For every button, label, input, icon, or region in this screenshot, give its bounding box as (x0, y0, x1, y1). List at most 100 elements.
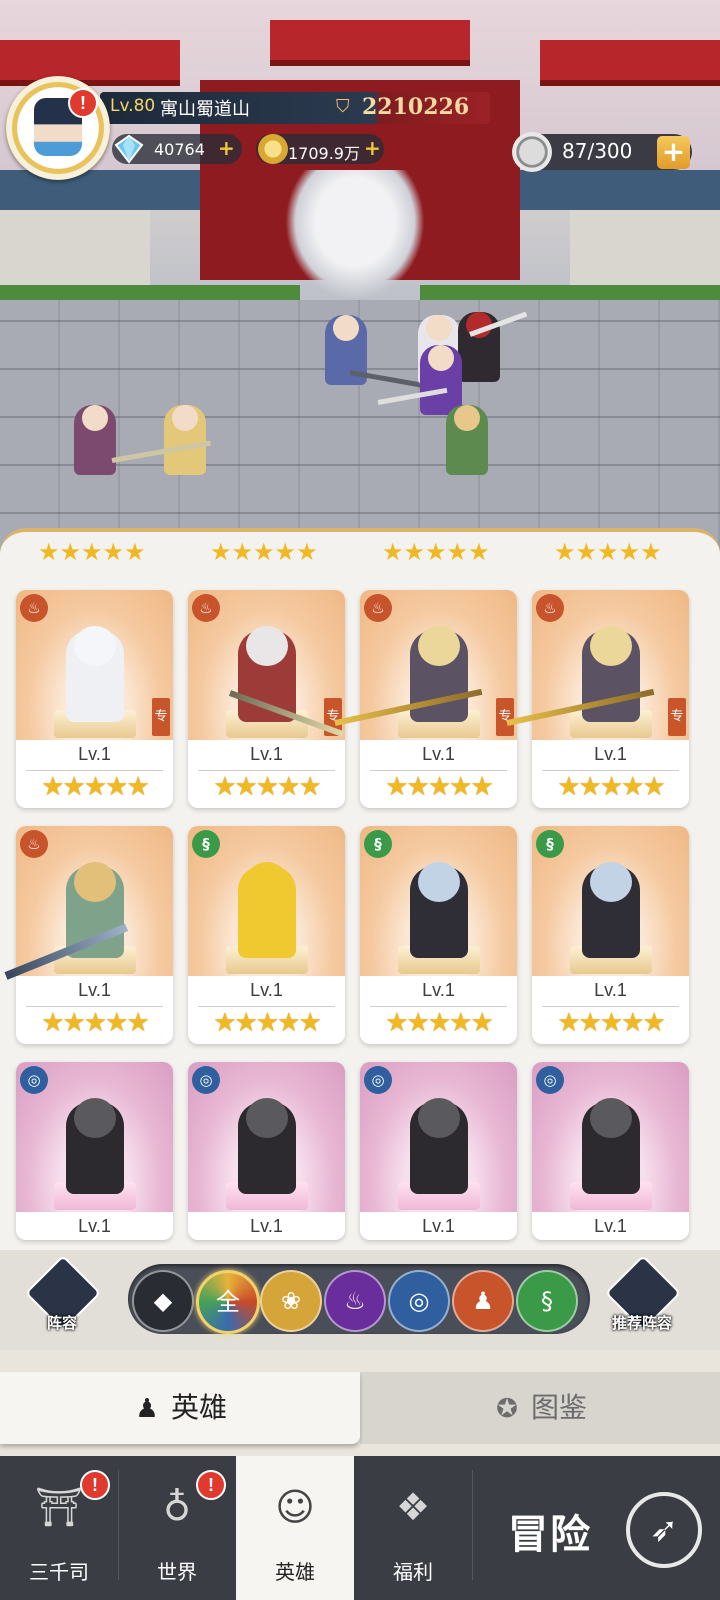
temple-roof-center (270, 20, 470, 66)
hero-card[interactable]: ◎ Lv.1 (360, 1062, 517, 1240)
hero-level: Lv.1 (422, 980, 455, 1000)
dna-icon: § (536, 830, 564, 858)
meditation-icon: ♨ (536, 594, 564, 622)
dna-icon[interactable]: § (516, 1270, 578, 1332)
temple-eave-left (0, 170, 200, 210)
hero-sprite (74, 405, 116, 475)
temple-roof-left (0, 40, 180, 86)
exclusive-tag: 专 (668, 698, 686, 736)
water-swirl-icon: ◎ (20, 1066, 48, 1094)
hero-level: Lv.1 (594, 1216, 627, 1236)
hero-stars: ★★★★★ (557, 1008, 666, 1038)
avatar-alert-badge: ! (68, 88, 98, 118)
dna-icon: § (192, 830, 220, 858)
nav-alert-badge: ! (196, 1470, 226, 1500)
book-star-icon: ✪ (496, 1394, 518, 1424)
tab-codex[interactable]: ✪ 图鉴 (360, 1372, 720, 1444)
gold-count: 1709.9万 (288, 144, 360, 163)
hero-card[interactable]: § Lv.1 ★★★★★ (360, 826, 517, 1044)
hero-card[interactable]: § Lv.1 ★★★★★ (532, 826, 689, 1044)
player-level: Lv.80 (110, 96, 156, 116)
hero-stars: ★★★★★ (213, 1008, 322, 1038)
meditation-icon: ♨ (192, 594, 220, 622)
recommend-lineup-button[interactable]: 推荐阵容 (604, 1254, 682, 1334)
hero-level: Lv.1 (422, 1216, 455, 1236)
lotus-icon[interactable]: ❀ (260, 1270, 322, 1332)
hero-card[interactable]: ◎ Lv.1 (532, 1062, 689, 1240)
add-gems-icon[interactable]: + (218, 136, 235, 160)
player-avatar[interactable] (6, 76, 110, 180)
hero-stars: ★★★★★ (385, 772, 494, 802)
hero-stars: ★★★★★ (41, 1008, 150, 1038)
gem-count: 40764 (154, 140, 205, 159)
hero-sprite (420, 345, 462, 415)
partial-card-stars: ★★★★★ (38, 538, 146, 566)
gold-diamond-icon[interactable]: ◆ (132, 1270, 194, 1332)
nav-label: 世界 (157, 1560, 197, 1584)
hero-card[interactable]: ◎ Lv.1 (188, 1062, 345, 1240)
fox-statue (285, 170, 425, 300)
meditation-icon: ♨ (364, 594, 392, 622)
tab-heroes-label: 英雄 (170, 1391, 227, 1424)
adventure-button[interactable]: 冒险 ➶ (478, 1456, 720, 1600)
meditation-icon[interactable]: ♟ (452, 1270, 514, 1332)
hero-level: Lv.1 (250, 1216, 283, 1236)
recommend-lineup-label: 推荐阵容 (611, 1314, 672, 1332)
hero-level: Lv.1 (78, 980, 111, 1000)
water-swirl-icon: ◎ (364, 1066, 392, 1094)
filter-all[interactable]: 全 (196, 1270, 260, 1334)
hero-level: Lv.1 (250, 744, 283, 764)
meditation-icon: ♨ (20, 594, 48, 622)
nav-label: 福利 (393, 1560, 433, 1584)
nav-item-heroes[interactable]: ☺ 英雄 (236, 1456, 354, 1600)
nav-divider (472, 1470, 473, 1580)
hero-head-icon: ☺ (275, 1485, 315, 1529)
hero-level: Lv.1 (422, 744, 455, 764)
temple-wall-right (570, 210, 720, 290)
hero-stars: ★★★★★ (385, 1008, 494, 1038)
partial-card-stars: ★★★★★ (382, 538, 490, 566)
nav-label: 三千司 (29, 1560, 89, 1584)
hero-card[interactable]: ♨ 专 Lv.1 ★★★★★ (16, 590, 173, 808)
battle-scene (0, 0, 720, 560)
nav-label: 英雄 (275, 1560, 315, 1584)
lineup-button[interactable]: 阵容 (24, 1254, 102, 1334)
hero-sprite (164, 405, 206, 475)
gift-box-icon: ❖ (395, 1485, 431, 1529)
meditation-icon: ♨ (20, 830, 48, 858)
hero-card[interactable]: ♨ 专 Lv.1 ★★★★★ (188, 590, 345, 808)
water-swirl-icon: ◎ (536, 1066, 564, 1094)
temple-eave-right (520, 170, 720, 210)
tab-heroes[interactable]: ♟ 英雄 (0, 1372, 360, 1444)
exclusive-tag: 专 (152, 698, 170, 736)
tab-codex-label: 图鉴 (530, 1391, 587, 1424)
partial-card-stars: ★★★★★ (210, 538, 318, 566)
temple-wall-left (0, 210, 150, 290)
hero-level: Lv.1 (594, 980, 627, 1000)
nav-item-welfare[interactable]: ❖ 福利 (354, 1456, 472, 1600)
flame-icon[interactable]: ♨ (324, 1270, 386, 1332)
player-name: 寓山蜀道山 (160, 99, 250, 120)
hero-card[interactable]: § Lv.1 ★★★★★ (188, 826, 345, 1044)
exclusive-tag: 专 (496, 698, 514, 736)
add-stamina-button[interactable]: + (657, 136, 690, 169)
lineup-label: 阵容 (46, 1314, 77, 1332)
diamond-icon (114, 134, 144, 164)
water-swirl-icon[interactable]: ◎ (388, 1270, 450, 1332)
combat-power-value: 2210226 (362, 94, 470, 120)
nav-alert-badge: ! (80, 1470, 110, 1500)
add-gold-icon[interactable]: + (364, 136, 381, 160)
hero-level: Lv.1 (78, 744, 111, 764)
temple-roof-right (540, 40, 720, 86)
hero-card[interactable]: ◎ Lv.1 (16, 1062, 173, 1240)
dna-icon: § (364, 830, 392, 858)
hero-stars: ★★★★★ (41, 772, 150, 802)
hero-stars: ★★★★★ (557, 772, 666, 802)
hero-level: Lv.1 (250, 980, 283, 1000)
hero-sprite (446, 405, 488, 475)
water-swirl-icon: ◎ (192, 1066, 220, 1094)
compass-icon: ➶ (626, 1492, 702, 1568)
hero-silhouette-icon: ♟ (135, 1394, 159, 1424)
hero-level: Lv.1 (78, 1216, 111, 1236)
hero-stars: ★★★★★ (213, 772, 322, 802)
